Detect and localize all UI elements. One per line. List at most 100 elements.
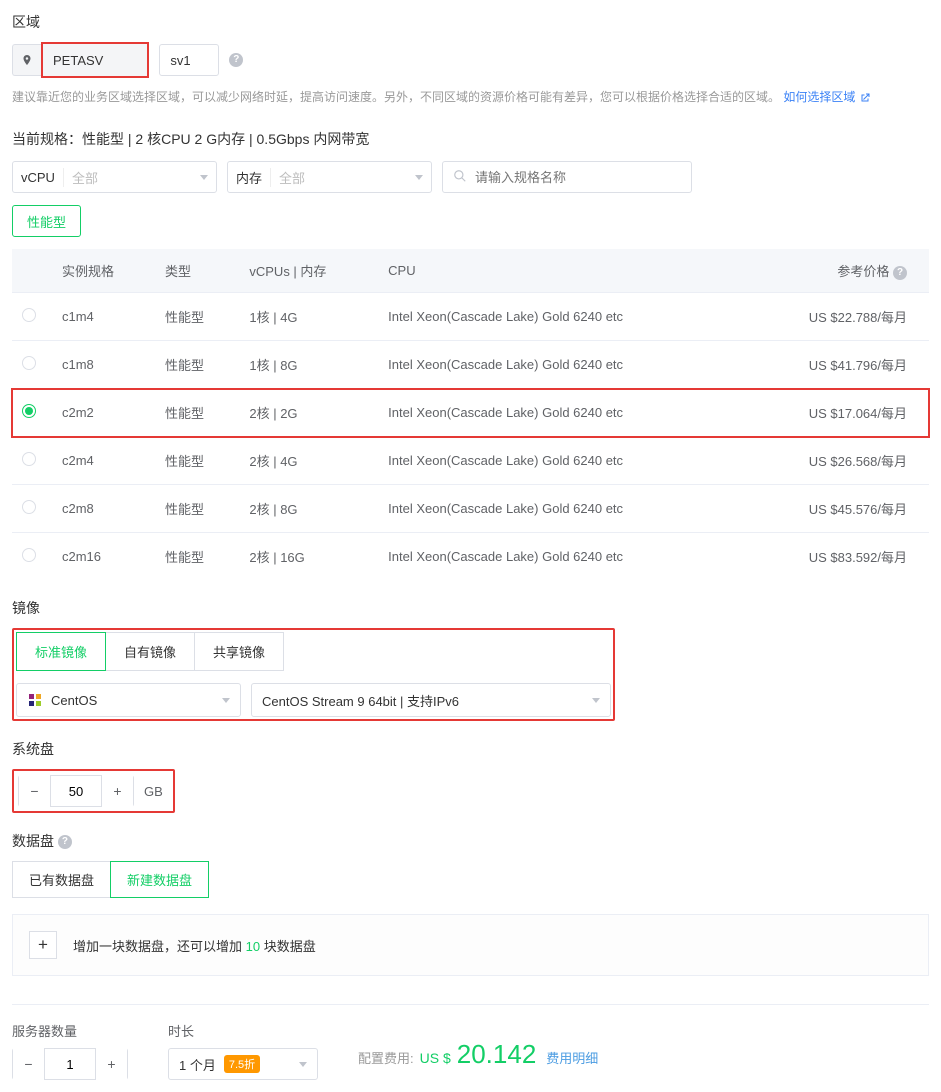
duration-label: 时长 — [168, 1021, 318, 1040]
cell-spec: c1m8 — [52, 341, 155, 389]
system-disk-stepper[interactable]: − + — [18, 775, 134, 807]
spec-search-input[interactable] — [475, 170, 681, 185]
info-icon[interactable]: ? — [229, 53, 243, 67]
chevron-down-icon — [415, 175, 423, 180]
add-disk-text: 增加一块数据盘，还可以增加 10 块数据盘 — [73, 936, 316, 955]
os-select[interactable]: CentOS — [16, 683, 241, 717]
image-tab-own[interactable]: 自有镜像 — [106, 632, 194, 671]
qty-stepper[interactable]: − + — [12, 1048, 128, 1080]
qty-decrease[interactable]: − — [13, 1048, 45, 1080]
system-disk-input[interactable] — [51, 784, 101, 799]
cost-currency: US $ — [420, 1050, 451, 1066]
cell-spec: c2m4 — [52, 437, 155, 485]
system-disk-decrease[interactable]: − — [19, 775, 51, 807]
table-row[interactable]: c2m8性能型2核 | 8GIntel Xeon(Cascade Lake) G… — [12, 485, 929, 533]
memory-filter-select[interactable]: 内存 全部 — [227, 161, 432, 193]
cell-type: 性能型 — [155, 341, 239, 389]
th-spec: 实例规格 — [52, 249, 155, 293]
chevron-down-icon — [299, 1062, 307, 1067]
cost-detail-link[interactable]: 费用明细 — [546, 1048, 598, 1067]
th-cpu: CPU — [378, 249, 742, 293]
cell-vcpus: 2核 | 2G — [239, 389, 378, 437]
spec-search-box[interactable] — [442, 161, 692, 193]
region-label: 区域 — [12, 12, 929, 32]
row-radio[interactable] — [22, 452, 36, 466]
region-hint: 建议靠近您的业务区域选择区域，可以减少网络时延，提高访问速度。另外，不同区域的资… — [12, 88, 929, 107]
table-row[interactable]: c2m4性能型2核 | 4GIntel Xeon(Cascade Lake) G… — [12, 437, 929, 485]
region-hint-text: 建议靠近您的业务区域选择区域，可以减少网络时延，提高访问速度。另外，不同区域的资… — [12, 90, 780, 104]
centos-icon — [27, 692, 43, 708]
qty-input[interactable] — [45, 1057, 95, 1072]
duration-select[interactable]: 1 个月 7.5折 — [168, 1048, 318, 1080]
system-disk-unit: GB — [144, 784, 169, 799]
system-disk-label: 系统盘 — [12, 739, 929, 759]
region-select-petasv[interactable]: PETASV — [12, 42, 149, 78]
vcpu-filter-label: vCPU — [21, 170, 55, 185]
add-disk-button[interactable]: + — [29, 931, 57, 959]
cell-type: 性能型 — [155, 533, 239, 581]
system-disk-increase[interactable]: + — [101, 775, 133, 807]
os-name: CentOS — [51, 693, 97, 708]
qty-increase[interactable]: + — [95, 1048, 127, 1080]
th-price: 参考价格 ? — [743, 249, 929, 293]
row-radio[interactable] — [22, 356, 36, 370]
cell-cpu: Intel Xeon(Cascade Lake) Gold 6240 etc — [378, 437, 742, 485]
cost-label: 配置费用: — [358, 1048, 414, 1067]
cell-type: 性能型 — [155, 389, 239, 437]
image-tab-standard[interactable]: 标准镜像 — [16, 632, 106, 671]
chevron-down-icon — [222, 698, 230, 703]
cell-spec: c2m8 — [52, 485, 155, 533]
cell-vcpus: 2核 | 16G — [239, 533, 378, 581]
cell-price: US $17.064/每月 — [743, 389, 929, 437]
cell-spec: c1m4 — [52, 293, 155, 341]
cell-cpu: Intel Xeon(Cascade Lake) Gold 6240 etc — [378, 485, 742, 533]
memory-filter-value: 全部 — [270, 168, 407, 187]
cost-summary: 配置费用: US $ 20.142 费用明细 — [358, 1039, 598, 1070]
data-disk-tab-new[interactable]: 新建数据盘 — [110, 861, 209, 898]
th-select — [12, 249, 52, 293]
th-vcpus: vCPUs | 内存 — [239, 249, 378, 293]
cell-price: US $26.568/每月 — [743, 437, 929, 485]
cell-price: US $22.788/每月 — [743, 293, 929, 341]
search-icon — [453, 169, 467, 186]
info-icon[interactable]: ? — [893, 266, 907, 280]
cell-type: 性能型 — [155, 485, 239, 533]
region-value: PETASV — [41, 42, 149, 78]
vcpu-filter-select[interactable]: vCPU 全部 — [12, 161, 217, 193]
table-row[interactable]: c1m4性能型1核 | 4GIntel Xeon(Cascade Lake) G… — [12, 293, 929, 341]
cell-vcpus: 1核 | 4G — [239, 293, 378, 341]
row-radio[interactable] — [22, 404, 36, 418]
image-label: 镜像 — [12, 598, 929, 618]
info-icon[interactable]: ? — [58, 835, 72, 849]
current-spec-title: 当前规格：性能型 | 2 核CPU 2 G内存 | 0.5Gbps 内网带宽 — [12, 129, 929, 149]
table-row[interactable]: c1m8性能型1核 | 8GIntel Xeon(Cascade Lake) G… — [12, 341, 929, 389]
chevron-down-icon — [592, 698, 600, 703]
qty-label: 服务器数量 — [12, 1021, 128, 1040]
data-disk-tab-existing[interactable]: 已有数据盘 — [12, 861, 110, 898]
type-tab-performance[interactable]: 性能型 — [12, 205, 81, 237]
cell-price: US $83.592/每月 — [743, 533, 929, 581]
table-row[interactable]: c2m16性能型2核 | 16GIntel Xeon(Cascade Lake)… — [12, 533, 929, 581]
cell-vcpus: 1核 | 8G — [239, 341, 378, 389]
duration-value: 1 个月 — [179, 1055, 216, 1074]
region-help-link[interactable]: 如何选择区域 — [783, 90, 870, 104]
cell-price: US $45.576/每月 — [743, 485, 929, 533]
th-type: 类型 — [155, 249, 239, 293]
region-option-sv1[interactable]: sv1 — [159, 44, 219, 76]
data-disk-label: 数据盘 ? — [12, 831, 929, 851]
os-version-select[interactable]: CentOS Stream 9 64bit | 支持IPv6 — [251, 683, 611, 717]
image-config-block: 标准镜像 自有镜像 共享镜像 CentOS CentOS Stream 9 64… — [12, 628, 615, 721]
table-row[interactable]: c2m2性能型2核 | 2GIntel Xeon(Cascade Lake) G… — [12, 389, 929, 437]
cost-amount: 20.142 — [457, 1039, 537, 1070]
cell-cpu: Intel Xeon(Cascade Lake) Gold 6240 etc — [378, 389, 742, 437]
row-radio[interactable] — [22, 500, 36, 514]
discount-badge: 7.5折 — [224, 1055, 260, 1073]
row-radio[interactable] — [22, 548, 36, 562]
cell-type: 性能型 — [155, 293, 239, 341]
spec-table: 实例规格 类型 vCPUs | 内存 CPU 参考价格 ? c1m4性能型1核 … — [12, 249, 929, 580]
add-disk-row: + 增加一块数据盘，还可以增加 10 块数据盘 — [12, 914, 929, 976]
system-disk-block: − + GB — [12, 769, 175, 813]
image-tab-shared[interactable]: 共享镜像 — [194, 632, 284, 671]
memory-filter-label: 内存 — [236, 168, 262, 187]
row-radio[interactable] — [22, 308, 36, 322]
